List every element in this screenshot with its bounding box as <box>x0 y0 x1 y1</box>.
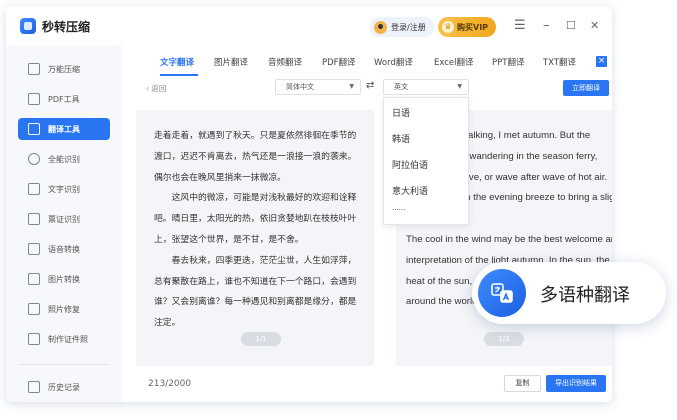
tab-excel-translate[interactable]: Excel翻译 <box>434 56 474 68</box>
character-count: 213/2000 <box>148 379 192 389</box>
close-panel-icon[interactable]: × <box>596 56 607 67</box>
chevron-down-icon: ▼ <box>457 83 462 90</box>
minimize-icon[interactable]: – <box>543 18 550 34</box>
swap-languages-icon[interactable]: ⇄ <box>366 80 374 91</box>
image-convert-icon <box>28 273 40 285</box>
dropdown-option-more[interactable]: ...... <box>392 204 405 212</box>
sidebar-item-label: 图片转换 <box>48 274 80 284</box>
login-button[interactable]: 登录/注册 <box>370 17 434 37</box>
source-page-indicator: 1/1 <box>241 332 281 346</box>
main-content: 文字翻译 图片翻译 音频翻译 PDF翻译 Word翻译 Excel翻译 PPT翻… <box>122 46 612 402</box>
translate-badge-icon <box>478 269 526 317</box>
tab-image-translate[interactable]: 图片翻译 <box>214 56 248 68</box>
active-tab-indicator <box>160 74 198 76</box>
translate-glyph-icon <box>491 283 513 303</box>
login-label: 登录/注册 <box>391 22 426 32</box>
sidebar-item-label: 全能识别 <box>48 154 80 164</box>
sidebar-item-image-convert[interactable]: 图片转换 <box>18 268 110 290</box>
source-text: 走着走着，就遇到了秋天。只是夏依然徘徊在季节的渡口，迟迟不肯离去，热气还是一浪接… <box>154 131 357 329</box>
crown-icon: ♛ <box>442 21 454 33</box>
callout-label: 多语种翻译 <box>540 285 630 306</box>
dropdown-option-arabic[interactable]: 阿拉伯语 <box>392 158 428 171</box>
source-language-select[interactable]: 简体中文 ▼ <box>275 79 361 95</box>
sidebar-divider <box>18 364 110 365</box>
multilingual-callout: 多语种翻译 <box>472 262 666 324</box>
tab-text-translate[interactable]: 文字翻译 <box>160 56 194 68</box>
source-text-panel[interactable]: 走着走着，就遇到了秋天。只是夏依然徘徊在季节的渡口，迟迟不肯离去，热气还是一浪接… <box>136 110 374 366</box>
buy-vip-button[interactable]: ♛ 购买VIP <box>438 17 497 37</box>
sidebar-item-label: 照片修复 <box>48 304 80 314</box>
sidebar-item-label: 万能压缩 <box>48 64 80 74</box>
close-window-icon[interactable]: ✕ <box>590 18 599 34</box>
translate-icon <box>28 123 40 135</box>
result-page-indicator: 1/2 <box>484 332 524 346</box>
pdf-icon <box>28 93 40 105</box>
tab-audio-translate[interactable]: 音频翻译 <box>268 56 302 68</box>
sidebar: 万能压缩 PDF工具 翻译工具 全能识别 文字识别 票证识别 语音转换 图片转换… <box>6 46 122 402</box>
sidebar-item-text-ocr[interactable]: 文字识别 <box>18 178 110 200</box>
id-photo-icon <box>28 333 40 345</box>
sidebar-item-translate[interactable]: 翻译工具 <box>18 118 110 140</box>
translate-now-button[interactable]: 立即翻译 <box>563 80 609 96</box>
target-language-select[interactable]: 英文 ▼ <box>383 79 469 95</box>
back-link[interactable]: ‹ 返回 <box>146 83 166 94</box>
maximize-icon[interactable]: ☐ <box>566 18 576 34</box>
sidebar-item-pdf[interactable]: PDF工具 <box>18 88 110 110</box>
app-logo-icon <box>20 18 36 34</box>
tab-txt-translate[interactable]: TXT翻译 <box>543 56 576 68</box>
eye-icon <box>28 153 40 165</box>
sidebar-item-id-photo[interactable]: 制作证件照 <box>18 328 110 350</box>
sidebar-item-label: 制作证件照 <box>48 334 88 344</box>
sidebar-item-recognition[interactable]: 全能识别 <box>18 148 110 170</box>
app-title: 秒转压缩 <box>42 20 91 34</box>
vip-label: 购买VIP <box>457 22 489 32</box>
copy-button[interactable]: 复制 <box>504 375 541 392</box>
menu-icon[interactable]: ☰ <box>514 18 526 34</box>
sidebar-item-label: PDF工具 <box>48 94 80 104</box>
chevron-down-icon: ▼ <box>349 83 354 90</box>
dropdown-option-italian[interactable]: 意大利语 <box>392 184 428 197</box>
language-dropdown: 日语 韩语 阿拉伯语 意大利语 ...... <box>383 97 469 225</box>
compress-icon <box>28 63 40 75</box>
sidebar-item-history[interactable]: 历史记录 <box>18 376 110 398</box>
tab-word-translate[interactable]: Word翻译 <box>374 56 413 68</box>
sidebar-item-compress[interactable]: 万能压缩 <box>18 58 110 80</box>
back-label: 返回 <box>151 84 167 93</box>
sidebar-item-label: 票证识别 <box>48 214 80 224</box>
avatar-icon <box>374 20 387 34</box>
text-recognition-icon <box>28 183 40 195</box>
ticket-icon <box>28 213 40 225</box>
dropdown-option-korean[interactable]: 韩语 <box>392 132 410 145</box>
app-window: 秒转压缩 登录/注册 ♛ 购买VIP ☰ – ☐ ✕ 万能压缩 PDF工具 翻译… <box>6 6 612 402</box>
sidebar-item-label: 翻译工具 <box>48 124 80 134</box>
photo-repair-icon <box>28 303 40 315</box>
sidebar-item-label: 历史记录 <box>48 382 80 392</box>
sidebar-item-label: 语音转换 <box>48 244 80 254</box>
sidebar-item-photo-repair[interactable]: 照片修复 <box>18 298 110 320</box>
sidebar-item-ticket[interactable]: 票证识别 <box>18 208 110 230</box>
title-bar: 秒转压缩 登录/注册 ♛ 购买VIP ☰ – ☐ ✕ <box>6 6 612 46</box>
sidebar-item-voice[interactable]: 语音转换 <box>18 238 110 260</box>
sidebar-item-label: 文字识别 <box>48 184 80 194</box>
source-language-value: 简体中文 <box>286 83 314 91</box>
target-language-value: 英文 <box>394 83 408 91</box>
voice-icon <box>28 243 40 255</box>
export-result-button[interactable]: 导出识别结果 <box>546 375 606 392</box>
dropdown-option-japanese[interactable]: 日语 <box>392 106 410 119</box>
history-icon <box>28 381 40 393</box>
tab-pdf-translate[interactable]: PDF翻译 <box>322 56 356 68</box>
tab-ppt-translate[interactable]: PPT翻译 <box>492 56 524 68</box>
